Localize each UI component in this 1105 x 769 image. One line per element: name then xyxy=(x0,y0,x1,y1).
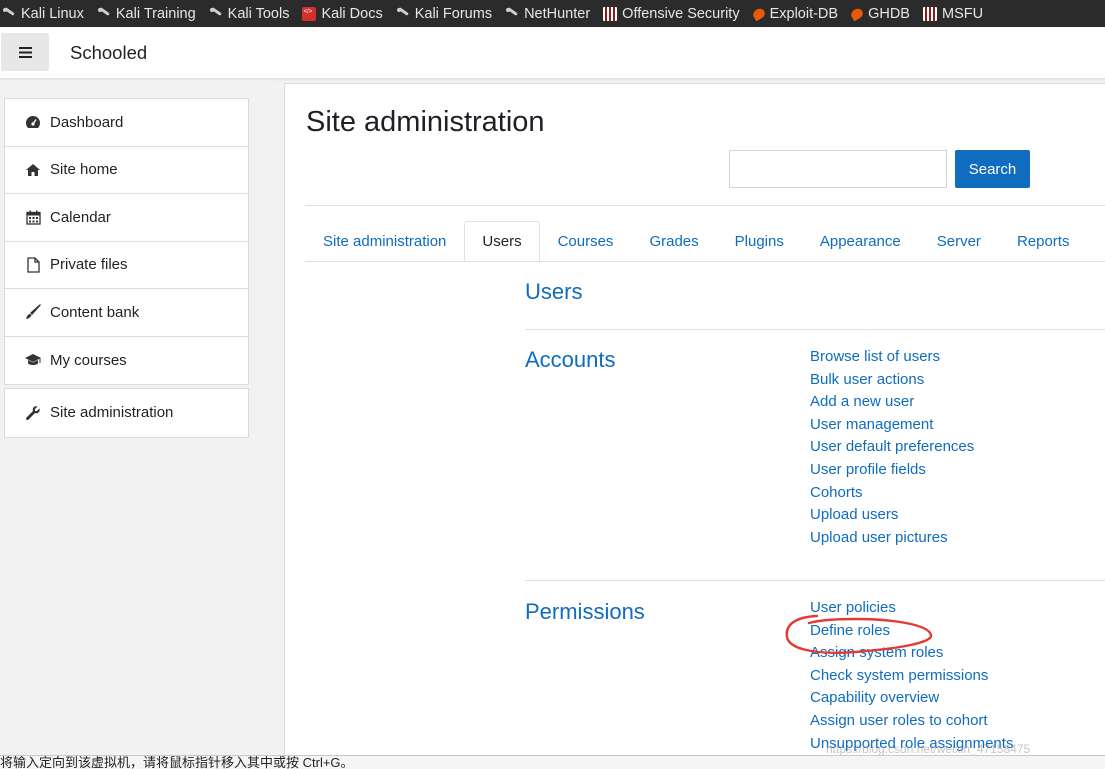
tab-site-administration[interactable]: Site administration xyxy=(305,221,464,262)
divider xyxy=(525,580,1105,581)
bookmark-kali-forums[interactable]: Kali Forums xyxy=(396,6,492,22)
nav-group-admin: Site administration xyxy=(4,388,249,438)
admin-search-input[interactable] xyxy=(729,150,947,188)
tab-users[interactable]: Users xyxy=(464,221,540,262)
link-upload-users[interactable]: Upload users xyxy=(810,505,974,528)
divider xyxy=(525,329,1105,330)
tab-grades[interactable]: Grades xyxy=(631,221,716,262)
tabs-border xyxy=(305,261,1105,262)
nav-label: Calendar xyxy=(50,208,111,226)
nav-label: Content bank xyxy=(50,303,140,321)
kali-dragon-icon xyxy=(97,7,111,21)
divider xyxy=(305,205,1105,206)
nav-label: Site home xyxy=(50,161,118,179)
nav-item-site-home[interactable]: Site home xyxy=(5,147,248,194)
bookmark-label: MSFU xyxy=(941,5,984,22)
bookmark-msfu[interactable]: MSFU xyxy=(922,5,984,22)
nav-label: My courses xyxy=(50,351,127,369)
bookmark-label: Kali Linux xyxy=(21,5,84,22)
link-upload-user-pictures[interactable]: Upload user pictures xyxy=(810,528,974,551)
kali-dragon-icon xyxy=(396,7,410,21)
exploit-db-icon xyxy=(750,6,767,21)
nav-label: Private files xyxy=(50,256,128,274)
link-assign-user-roles-to-cohort[interactable]: Assign user roles to cohort xyxy=(810,711,1013,734)
kali-dragon-icon xyxy=(209,7,223,21)
bookmark-label: Kali Training xyxy=(115,5,196,22)
bookmark-label: Kali Docs xyxy=(321,5,383,22)
nav-item-site-administration[interactable]: Site administration xyxy=(5,389,248,437)
bookmarks-bar: Kali Linux Kali Training Kali Tools Kali… xyxy=(0,0,1105,27)
admin-tabs: Site administration Users Courses Grades… xyxy=(305,221,1105,262)
nav-group-main: Dashboard Site home Calendar Private fil… xyxy=(4,98,249,385)
home-icon xyxy=(24,162,42,178)
graduation-cap-icon xyxy=(24,352,42,368)
kali-dragon-icon xyxy=(2,7,16,21)
exploit-db-icon xyxy=(849,6,865,21)
docs-icon xyxy=(302,6,317,21)
page-title: Site administration xyxy=(306,106,545,138)
permissions-links: User policies Define roles Assign system… xyxy=(810,598,1013,756)
link-cohorts[interactable]: Cohorts xyxy=(810,483,974,506)
bookmark-kali-training[interactable]: Kali Training xyxy=(97,6,196,22)
link-assign-system-roles[interactable]: Assign system roles xyxy=(810,643,1013,666)
nav-drawer: Dashboard Site home Calendar Private fil… xyxy=(0,80,269,769)
dashboard-icon xyxy=(24,114,42,130)
bookmark-kali-tools[interactable]: Kali Tools xyxy=(209,5,290,22)
bookmark-label: Exploit-DB xyxy=(769,5,839,22)
tab-development[interactable]: De xyxy=(1087,221,1105,262)
vm-status-bar: 将输入定向到该虚拟机，请将鼠标指针移入其中或按 Ctrl+G。 xyxy=(0,755,1105,769)
paintbrush-icon xyxy=(24,304,42,320)
kali-dragon-icon xyxy=(505,7,519,21)
link-define-roles[interactable]: Define roles xyxy=(810,621,1013,644)
permissions-heading[interactable]: Permissions xyxy=(525,599,645,625)
link-user-profile-fields[interactable]: User profile fields xyxy=(810,460,974,483)
bookmark-label: Offensive Security xyxy=(622,5,740,22)
bookmark-label: GHDB xyxy=(868,5,910,22)
file-icon xyxy=(24,257,42,273)
site-brand[interactable]: Schooled xyxy=(70,42,147,64)
offsec-icon xyxy=(603,6,618,21)
link-user-default-preferences[interactable]: User default preferences xyxy=(810,437,974,460)
link-bulk-user-actions[interactable]: Bulk user actions xyxy=(810,370,974,393)
main-region: Site administration Search Site administ… xyxy=(284,83,1105,769)
link-add-new-user[interactable]: Add a new user xyxy=(810,392,974,415)
accounts-heading[interactable]: Accounts xyxy=(525,347,616,373)
offsec-icon xyxy=(922,6,937,21)
link-user-policies[interactable]: User policies xyxy=(810,598,1013,621)
nav-item-content-bank[interactable]: Content bank xyxy=(5,289,248,337)
users-heading[interactable]: Users xyxy=(525,279,582,305)
bookmark-kali-docs[interactable]: Kali Docs xyxy=(302,5,383,22)
accounts-links: Browse list of users Bulk user actions A… xyxy=(810,347,974,550)
nav-item-private-files[interactable]: Private files xyxy=(5,242,248,289)
nav-label: Site administration xyxy=(50,404,174,422)
bookmark-label: NetHunter xyxy=(524,5,591,22)
calendar-icon xyxy=(24,209,42,225)
tab-courses[interactable]: Courses xyxy=(540,221,632,262)
nav-item-calendar[interactable]: Calendar xyxy=(5,194,248,242)
tab-reports[interactable]: Reports xyxy=(999,221,1088,262)
bookmark-kali-linux[interactable]: Kali Linux xyxy=(2,6,84,22)
navbar: Schooled xyxy=(0,27,1105,79)
nav-item-my-courses[interactable]: My courses xyxy=(5,337,248,385)
watermark: https://blog.csdn.net/weixin_47158475 xyxy=(826,742,1031,756)
bookmark-offensive-security[interactable]: Offensive Security xyxy=(603,5,740,22)
search-button[interactable]: Search xyxy=(955,150,1030,188)
link-capability-overview[interactable]: Capability overview xyxy=(810,688,1013,711)
bookmark-nethunter[interactable]: NetHunter xyxy=(505,6,590,22)
tab-server[interactable]: Server xyxy=(919,221,999,262)
nav-label: Dashboard xyxy=(50,113,124,131)
nav-item-dashboard[interactable]: Dashboard xyxy=(5,99,248,147)
hamburger-icon xyxy=(18,46,32,58)
bookmark-label: Kali Tools xyxy=(227,5,290,22)
link-browse-list-of-users[interactable]: Browse list of users xyxy=(810,347,974,370)
tab-appearance[interactable]: Appearance xyxy=(802,221,919,262)
menu-toggle-button[interactable] xyxy=(1,33,49,71)
bookmark-ghdb[interactable]: GHDB xyxy=(849,5,910,22)
bookmark-exploit-db[interactable]: Exploit-DB xyxy=(750,5,839,22)
tab-plugins[interactable]: Plugins xyxy=(717,221,802,262)
wrench-icon xyxy=(24,405,42,421)
link-check-system-permissions[interactable]: Check system permissions xyxy=(810,666,1013,689)
link-user-management[interactable]: User management xyxy=(810,415,974,438)
bookmark-label: Kali Forums xyxy=(414,5,493,22)
